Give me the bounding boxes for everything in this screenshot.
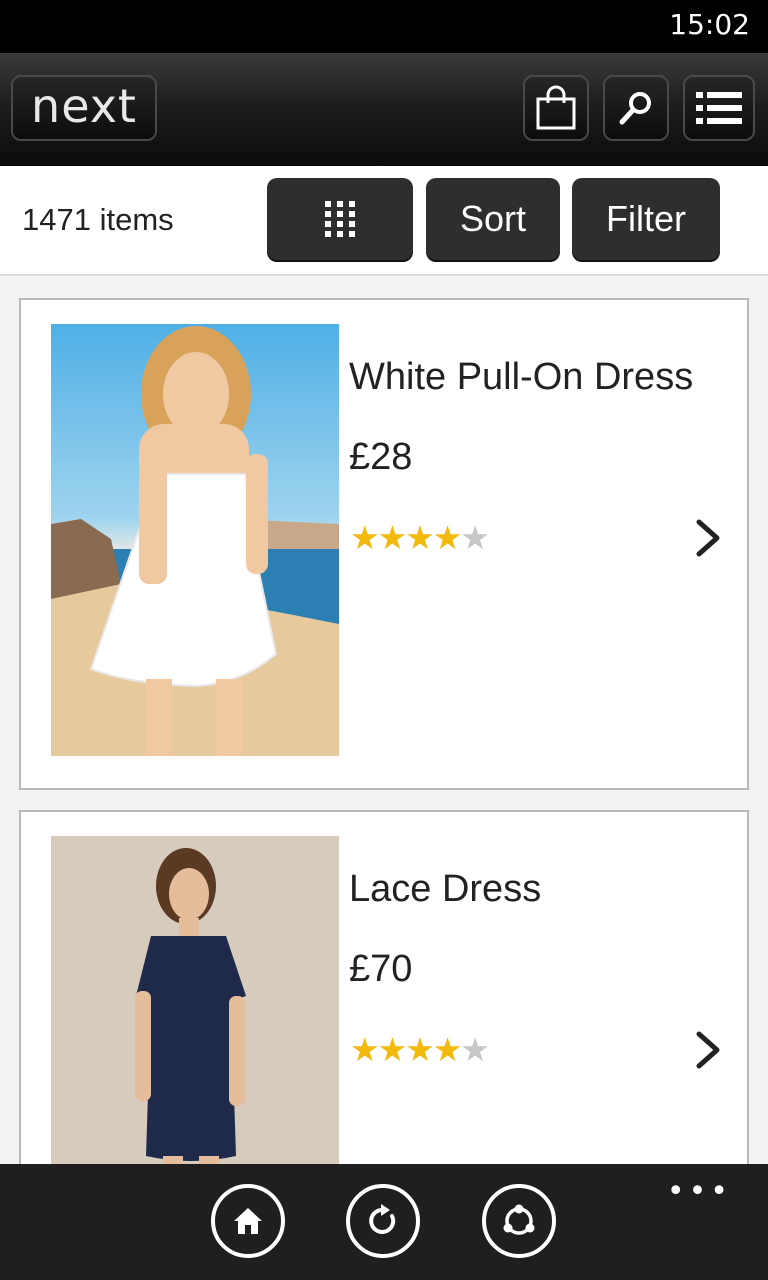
star-filled-icon: ★ <box>405 518 435 557</box>
grid-view-button[interactable] <box>267 178 413 260</box>
star-empty-icon: ★ <box>460 1030 490 1069</box>
star-filled-icon: ★ <box>377 1030 408 1069</box>
rating-stars: ★★★★★ <box>350 1030 490 1069</box>
app-header: next <box>0 53 768 166</box>
menu-button[interactable] <box>683 75 755 141</box>
shopping-bag-icon <box>536 85 576 130</box>
chevron-right-icon[interactable] <box>691 518 725 558</box>
rating-stars: ★★★★★ <box>350 518 490 557</box>
star-filled-icon: ★ <box>350 1030 380 1069</box>
status-time: 15:02 <box>669 8 750 41</box>
menu-list-icon <box>696 92 742 124</box>
grid-icon <box>325 201 355 237</box>
product-price: £28 <box>349 436 413 478</box>
home-icon <box>234 1208 262 1234</box>
star-filled-icon: ★ <box>350 518 380 557</box>
status-bar: 15:02 <box>0 0 768 53</box>
product-name[interactable]: Lace Dress <box>349 868 541 911</box>
refresh-button[interactable] <box>346 1184 420 1258</box>
product-price: £70 <box>349 948 413 990</box>
star-filled-icon: ★ <box>432 1030 463 1069</box>
next-logo[interactable]: next <box>11 75 157 141</box>
logo-text: next <box>31 79 137 133</box>
app-bar: ••• <box>0 1164 768 1280</box>
refresh-icon <box>369 1204 396 1234</box>
home-button[interactable] <box>211 1184 285 1258</box>
search-icon <box>619 92 651 125</box>
product-name[interactable]: White Pull-On Dress <box>349 356 693 399</box>
filter-button[interactable]: Filter <box>572 178 720 260</box>
product-image[interactable] <box>51 324 339 756</box>
sort-button[interactable]: Sort <box>426 178 560 260</box>
star-empty-icon: ★ <box>460 518 490 557</box>
more-options-button[interactable]: ••• <box>667 1174 732 1209</box>
share-button[interactable] <box>482 1184 556 1258</box>
shopping-bag-button[interactable] <box>523 75 589 141</box>
star-filled-icon: ★ <box>405 1030 435 1069</box>
search-button[interactable] <box>603 75 669 141</box>
star-filled-icon: ★ <box>432 518 463 557</box>
share-icon <box>503 1204 535 1235</box>
results-toolbar: 1471 items Sort Filter <box>0 166 768 276</box>
chevron-right-icon[interactable] <box>691 1030 725 1070</box>
item-count: 1471 items <box>22 202 174 237</box>
star-filled-icon: ★ <box>377 518 408 557</box>
product-card[interactable]: White Pull-On Dress £28 ★★★★★ <box>19 298 749 790</box>
